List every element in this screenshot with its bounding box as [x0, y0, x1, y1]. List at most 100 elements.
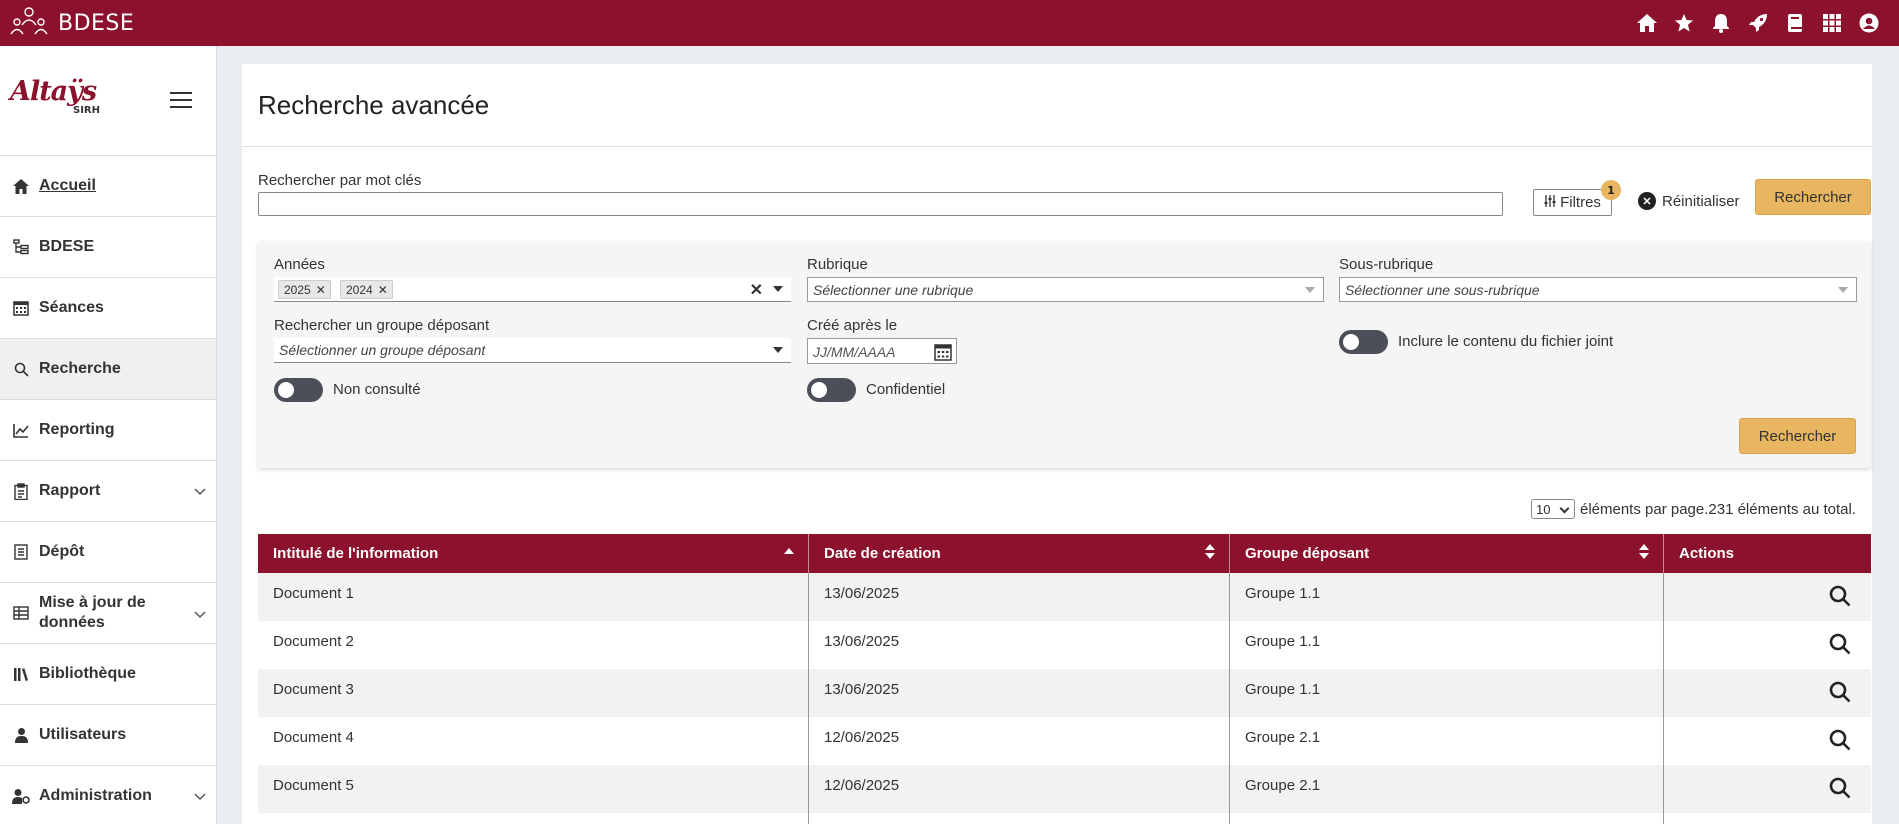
page-size-select[interactable]: 10	[1530, 499, 1575, 519]
cell-group: Groupe 1.1	[1230, 669, 1664, 717]
sidebar-item-depot[interactable]: Dépôt	[0, 522, 216, 583]
annees-multiselect[interactable]: 2025 ✕ 2024 ✕ ✕	[274, 277, 791, 302]
main-panel: Recherche avancée Rechercher par mot clé…	[242, 64, 1872, 824]
sidebar-item-accueil[interactable]: Accueil	[0, 156, 216, 217]
table-row: Document 5 12/06/2025 Groupe 2.1	[258, 765, 1871, 813]
cell-title: Document 3	[258, 669, 809, 717]
clipboard-icon	[12, 482, 30, 500]
column-header-actions: Actions	[1679, 545, 1735, 562]
column-header-date[interactable]: Date de création	[809, 534, 1230, 573]
sidebar: Altaÿs SIRH Accueil BDESE Séances Recher…	[0, 46, 217, 824]
search-button[interactable]: Rechercher	[1755, 179, 1871, 215]
star-icon[interactable]	[1665, 0, 1702, 46]
rubrique-select[interactable]: Sélectionner une rubrique	[807, 277, 1324, 302]
calendar-icon[interactable]	[934, 343, 952, 364]
view-search-icon[interactable]	[1829, 633, 1851, 659]
sidebar-item-utilisateurs[interactable]: Utilisateurs	[0, 705, 216, 766]
apps-grid-icon[interactable]	[1813, 0, 1850, 46]
non-consulte-toggle[interactable]	[274, 378, 323, 402]
filters-button[interactable]: Filtres	[1533, 189, 1612, 216]
brand[interactable]: BDESE	[0, 5, 134, 41]
search-input[interactable]	[258, 192, 1503, 216]
sidebar-item-rapport[interactable]: Rapport	[0, 461, 216, 522]
clear-icon[interactable]: ✕	[750, 280, 763, 300]
menu-toggle-icon[interactable]	[170, 92, 192, 110]
book-icon[interactable]	[1776, 0, 1813, 46]
reset-button[interactable]: ✕ Réinitialiser	[1638, 192, 1740, 210]
table-row: Document 2 13/06/2025 Groupe 1.1	[258, 621, 1871, 669]
cell-actions	[1664, 669, 1871, 717]
search-label: Rechercher par mot clés	[258, 172, 422, 189]
filters-count-badge: 1	[1601, 180, 1621, 200]
cell-title: Document 1	[258, 573, 809, 621]
user-gear-icon	[12, 787, 30, 805]
cell-date: 12/06/2025	[809, 765, 1230, 813]
sidebar-item-bdese[interactable]: BDESE	[0, 217, 216, 278]
sidebar-item-seances[interactable]: Séances	[0, 278, 216, 339]
confidentiel-label: Confidentiel	[866, 381, 946, 398]
company-logo[interactable]: Altaÿs SIRH	[10, 76, 100, 116]
view-search-icon[interactable]	[1829, 777, 1851, 803]
groupe-select[interactable]: Sélectionner un groupe déposant	[274, 338, 791, 363]
date-input[interactable]: JJ/MM/AAAA	[807, 338, 957, 364]
confidentiel-toggle[interactable]	[807, 378, 856, 402]
page-header: Recherche avancée	[242, 64, 1872, 147]
cell-date: 13/06/2025	[809, 621, 1230, 669]
chevron-down-icon[interactable]	[194, 605, 206, 625]
tag-2025[interactable]: 2025 ✕	[278, 280, 331, 299]
table-row: Document 4 12/06/2025 Groupe 2.1	[258, 717, 1871, 765]
table-icon	[12, 604, 30, 622]
column-header-groupe[interactable]: Groupe déposant	[1230, 534, 1664, 573]
chevron-down-icon[interactable]	[194, 788, 206, 806]
user-tie-icon	[12, 726, 30, 744]
sidebar-item-recherche[interactable]: Recherche	[0, 339, 216, 400]
cell-group: Groupe 2.1	[1230, 717, 1664, 765]
column-header-intitule[interactable]: Intitulé de l'information	[258, 534, 809, 573]
rubrique-label: Rubrique	[807, 256, 868, 273]
table-header: Intitulé de l'information Date de créati…	[258, 534, 1871, 573]
table-row	[258, 813, 1871, 824]
cell-actions	[1664, 717, 1871, 765]
home-icon[interactable]	[1628, 0, 1665, 46]
sort-icon	[1639, 544, 1649, 562]
view-search-icon[interactable]	[1829, 729, 1851, 755]
cell-title: Document 2	[258, 621, 809, 669]
cell-date: 12/06/2025	[809, 717, 1230, 765]
view-search-icon[interactable]	[1829, 681, 1851, 707]
cell-date: 13/06/2025	[809, 573, 1230, 621]
sidebar-header: Altaÿs SIRH	[0, 46, 216, 156]
sidebar-item-bibliotheque[interactable]: Bibliothèque	[0, 644, 216, 705]
results-table: Intitulé de l'information Date de créati…	[258, 534, 1871, 824]
cell-title: Document 4	[258, 717, 809, 765]
cell-date: 13/06/2025	[809, 669, 1230, 717]
user-icon[interactable]	[1850, 0, 1887, 46]
sidebar-item-mise-a-jour[interactable]: Mise à jour de données	[0, 583, 216, 644]
cell-actions	[1664, 573, 1871, 621]
top-bar: BDESE	[0, 0, 1899, 46]
view-search-icon[interactable]	[1829, 585, 1851, 611]
search-icon	[12, 360, 30, 378]
fichier-joint-toggle[interactable]	[1339, 330, 1388, 354]
rocket-icon[interactable]	[1739, 0, 1776, 46]
sous-rubrique-label: Sous-rubrique	[1339, 256, 1434, 273]
app-title: BDESE	[58, 10, 135, 36]
chart-line-icon	[12, 421, 30, 439]
table-row: Document 1 13/06/2025 Groupe 1.1	[258, 573, 1871, 621]
sidebar-item-administration[interactable]: Administration	[0, 766, 216, 824]
page-title: Recherche avancée	[258, 89, 490, 120]
groupe-label: Rechercher un groupe déposant	[274, 317, 490, 334]
filters-search-button[interactable]: Rechercher	[1739, 418, 1856, 454]
bell-icon[interactable]	[1702, 0, 1739, 46]
chevron-down-icon[interactable]	[194, 483, 206, 501]
cell-actions	[1664, 621, 1871, 669]
cell-group: Groupe 1.1	[1230, 573, 1664, 621]
caret-down-icon	[773, 347, 783, 353]
cell-title: Document 5	[258, 765, 809, 813]
caret-down-icon[interactable]	[773, 286, 783, 292]
sous-rubrique-select[interactable]: Sélectionner une sous-rubrique	[1339, 277, 1857, 302]
sidebar-item-reporting[interactable]: Reporting	[0, 400, 216, 461]
cell-group	[1230, 813, 1664, 824]
cell-actions	[1664, 813, 1871, 824]
sliders-icon	[1544, 194, 1556, 211]
tag-2024[interactable]: 2024 ✕	[340, 280, 393, 299]
